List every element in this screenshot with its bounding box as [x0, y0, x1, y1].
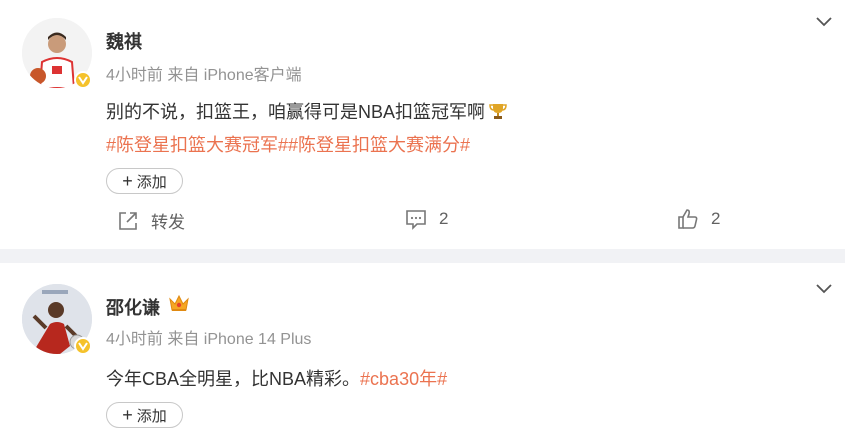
verified-badge-icon — [74, 71, 92, 89]
chevron-down-icon[interactable] — [815, 283, 833, 295]
like-count: 2 — [711, 209, 721, 228]
post-text: 今年CBA全明星，比NBA精彩。#cba30年# — [106, 365, 447, 391]
comment-icon — [406, 210, 426, 230]
add-button-label: 添加 — [136, 173, 167, 191]
plus-icon: + — [122, 405, 133, 425]
post-card: 邵化谦 4小时前 来自 iPhone 14 Plus 今年CBA全明星，比NBA… — [0, 263, 845, 432]
like-icon — [678, 209, 698, 229]
author-name[interactable]: 魏祺 — [106, 28, 142, 54]
post-card: 魏祺 4小时前 来自 iPhone客户端 别的不说，扣篮王，咱赢得可是NBA扣篮… — [0, 0, 845, 249]
post-body: 别的不说，扣篮王，咱赢得可是NBA扣篮冠军啊 — [106, 102, 486, 122]
comment-count: 2 — [439, 209, 449, 228]
post-text: 别的不说，扣篮王，咱赢得可是NBA扣篮冠军啊 — [106, 98, 507, 124]
post-body: 今年CBA全明星，比NBA精彩。 — [106, 369, 361, 389]
crown-icon — [169, 294, 189, 311]
hashtag-link[interactable]: #陈登星扣篮大赛冠军##陈登星扣篮大赛满分# — [106, 131, 470, 157]
repost-icon — [119, 211, 137, 230]
add-button[interactable]: + 添加 — [106, 168, 183, 194]
add-button-label: 添加 — [136, 407, 167, 425]
plus-icon: + — [122, 171, 133, 191]
chevron-down-icon[interactable] — [815, 16, 833, 28]
hashtag-link[interactable]: #cba30年# — [360, 369, 447, 389]
post-meta: 4小时前 来自 iPhone 14 Plus — [106, 331, 312, 348]
post-separator — [0, 249, 845, 263]
like-button[interactable]: 2 — [677, 208, 720, 230]
repost-button[interactable]: 转发 — [117, 208, 185, 233]
verified-badge-icon — [74, 337, 92, 355]
comment-button[interactable]: 2 — [405, 208, 448, 230]
trophy-icon — [489, 104, 507, 119]
author-name[interactable]: 邵化谦 — [106, 294, 160, 320]
add-button[interactable]: + 添加 — [106, 402, 183, 428]
action-bar: 转发 2 2 — [0, 208, 845, 236]
post-meta: 4小时前 来自 iPhone客户端 — [106, 67, 302, 84]
repost-label: 转发 — [151, 213, 185, 232]
